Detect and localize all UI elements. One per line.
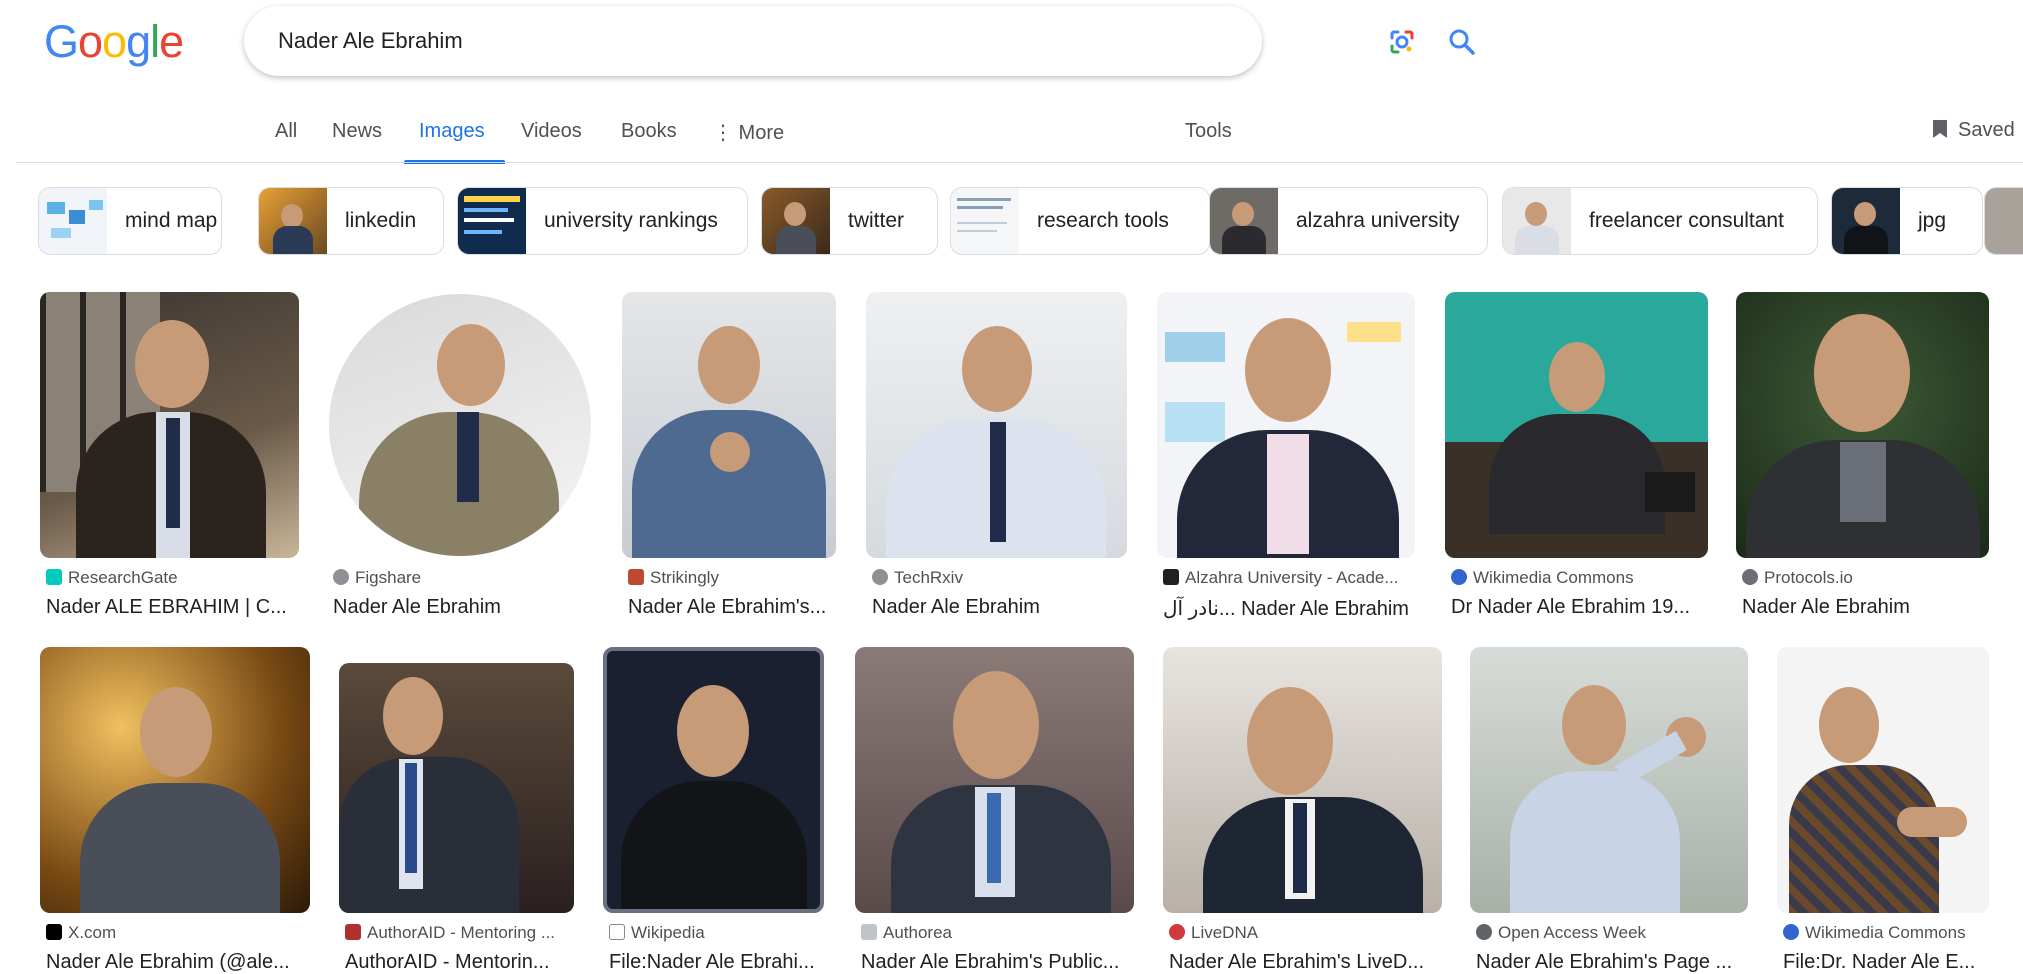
chip-jpg[interactable]: jpg — [1831, 187, 1983, 255]
result-source: Wikimedia Commons — [1783, 923, 1966, 943]
bookmark-icon — [1933, 120, 1947, 138]
result-image — [40, 647, 310, 913]
authorea-icon — [861, 924, 877, 940]
result-source: Wikipedia — [609, 923, 705, 943]
chip-label: freelancer consultant — [1589, 209, 1784, 232]
result-image — [866, 292, 1127, 558]
x-icon — [46, 924, 62, 940]
chip-university-rankings[interactable]: university rankings — [457, 187, 748, 255]
result-title: Nader Ale Ebrahim — [1742, 596, 1910, 618]
chip-label: mind map — [125, 209, 218, 232]
chip-twitter[interactable]: twitter — [761, 187, 938, 255]
result-source: Wikimedia Commons — [1451, 568, 1634, 588]
search-box — [244, 6, 1475, 76]
chip-label: research tools — [1037, 209, 1169, 232]
wikipedia-icon — [609, 924, 625, 940]
figshare-icon — [333, 569, 349, 585]
chip-thumbnail — [1832, 188, 1900, 254]
chip-label: university rankings — [544, 209, 718, 232]
result-image — [622, 292, 836, 558]
search-tabs: All News Images Videos Books ⋮ More Tool… — [0, 108, 2023, 164]
google-lens-icon[interactable] — [1388, 28, 1416, 56]
result-image — [339, 663, 574, 913]
result-image — [327, 292, 593, 558]
result-title: Nader Ale Ebrahim — [333, 596, 501, 618]
chip-linkedin[interactable]: linkedin — [258, 187, 444, 255]
open-access-icon — [1476, 924, 1492, 940]
result-source: ResearchGate — [46, 568, 178, 588]
result-title: Nader ALE EBRAHIM | C... — [46, 596, 287, 618]
result-title: Nader Ale Ebrahim's... — [628, 596, 827, 618]
search-input[interactable] — [276, 20, 1040, 62]
chip-thumbnail — [259, 188, 327, 254]
chip-label: alzahra university — [1296, 209, 1460, 232]
chip-thumbnail — [1210, 188, 1278, 254]
result-source: AuthorAID - Mentoring ... — [345, 923, 555, 943]
result-image — [1445, 292, 1708, 558]
protocols-icon — [1742, 569, 1758, 585]
result-source: X.com — [46, 923, 116, 943]
chip-thumbnail — [458, 188, 526, 254]
result-image — [1157, 292, 1415, 558]
chip-alzahra-university[interactable]: alzahra university — [1209, 187, 1488, 255]
chip-overflow[interactable] — [1984, 187, 2023, 255]
result-source: Alzahra University - Acade... — [1163, 568, 1399, 588]
strikingly-icon — [628, 569, 644, 585]
tab-books[interactable]: Books — [621, 120, 677, 143]
chip-label: twitter — [848, 209, 905, 232]
chip-research-tools[interactable]: research tools — [950, 187, 1210, 255]
tab-news[interactable]: News — [332, 120, 382, 143]
livedna-icon — [1169, 924, 1185, 940]
wikimedia-icon — [1783, 924, 1799, 940]
search-icon[interactable] — [1447, 27, 1477, 57]
wikimedia-icon — [1451, 569, 1467, 585]
result-title: نادر آل... Nader Ale Ebrahim — [1163, 598, 1409, 620]
result-title: Nader Ale Ebrahim — [872, 596, 1040, 618]
chip-freelancer-consultant[interactable]: freelancer consultant — [1502, 187, 1818, 255]
chip-thumbnail — [1503, 188, 1571, 254]
result-image — [1470, 647, 1748, 913]
header-divider — [16, 162, 2023, 163]
result-source: TechRxiv — [872, 568, 963, 588]
result-image — [855, 647, 1134, 913]
result-image — [40, 292, 299, 558]
result-source: LiveDNA — [1169, 923, 1258, 943]
result-source: Figshare — [333, 568, 421, 588]
chip-label: linkedin — [345, 209, 417, 232]
result-source: Strikingly — [628, 568, 719, 588]
chip-thumbnail — [951, 188, 1019, 254]
chip-thumbnail — [1985, 188, 2023, 254]
chip-label: jpg — [1918, 209, 1947, 232]
saved-label: Saved — [1958, 119, 2015, 141]
tools-button[interactable]: Tools — [1185, 120, 1232, 143]
result-title: Dr Nader Ale Ebrahim 19... — [1451, 596, 1690, 618]
result-image — [603, 647, 824, 913]
tab-more[interactable]: ⋮ More — [713, 120, 784, 145]
tab-videos[interactable]: Videos — [521, 120, 582, 143]
chip-thumbnail — [39, 188, 107, 254]
authoraid-icon — [345, 924, 361, 940]
saved-button[interactable]: Saved — [1930, 118, 2015, 142]
google-logo[interactable]: Google — [44, 14, 184, 70]
researchgate-icon — [46, 569, 62, 585]
chip-mind-map[interactable]: mind map — [38, 187, 222, 255]
chip-thumbnail — [762, 188, 830, 254]
tab-images[interactable]: Images — [419, 120, 485, 143]
result-image — [1736, 292, 1989, 558]
result-image — [1777, 647, 1989, 913]
tab-all[interactable]: All — [275, 120, 297, 143]
alzahra-icon — [1163, 569, 1179, 585]
result-image — [1163, 647, 1442, 913]
result-source: Open Access Week — [1476, 923, 1646, 943]
result-source: Protocols.io — [1742, 568, 1853, 588]
techrxiv-icon — [872, 569, 888, 585]
result-source: Authorea — [861, 923, 952, 943]
